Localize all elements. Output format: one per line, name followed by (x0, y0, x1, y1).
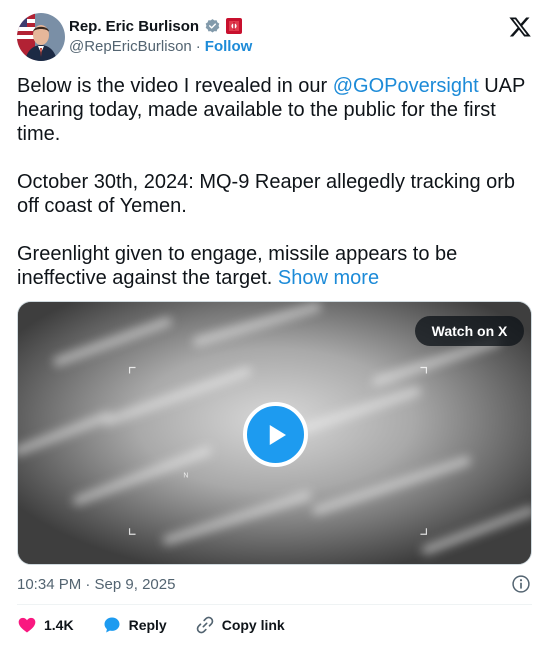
tweet-paragraph-1: Below is the video I revealed in our @GO… (17, 75, 525, 145)
separator-dot: · (195, 38, 201, 55)
info-icon[interactable] (511, 574, 531, 594)
avatar[interactable] (17, 13, 65, 61)
flag-icon (226, 18, 243, 34)
copy-link-button[interactable]: Copy link (195, 615, 285, 635)
link-icon (196, 616, 213, 634)
verified-icon (204, 18, 221, 35)
author-handle-row: @RepEricBurlison · Follow (69, 38, 252, 55)
play-button[interactable] (243, 402, 308, 467)
likes-count: 1.4K (44, 617, 74, 633)
divider (17, 604, 532, 605)
reply-icon (104, 617, 120, 633)
follow-button[interactable]: Follow (205, 38, 253, 55)
heart-icon (18, 617, 36, 633)
video-player[interactable]: N Watch on X (17, 301, 532, 565)
play-icon (269, 424, 286, 445)
watch-on-x-button[interactable]: Watch on X (415, 316, 524, 346)
tweet-text: Below is the video I revealed in our @GO… (17, 74, 532, 290)
action-bar: 1.4K Reply Copy link (17, 612, 313, 638)
author-name-row: Rep. Eric Burlison (69, 15, 243, 37)
tweet-timestamp[interactable]: 10:34 PM · Sep 9, 2025 (17, 576, 175, 593)
like-button[interactable]: 1.4K (17, 615, 74, 635)
show-more-link[interactable]: Show more (278, 267, 379, 289)
reply-label: Reply (128, 617, 167, 633)
mention-link[interactable]: @GOPoversight (333, 75, 479, 97)
author-display-name[interactable]: Rep. Eric Burlison (69, 18, 199, 35)
copy-link-label: Copy link (221, 617, 285, 633)
x-logo-icon[interactable] (508, 15, 532, 39)
tweet-card: Rep. Eric Burlison @RepEricBurlison · Fo… (0, 0, 549, 645)
author-handle[interactable]: @RepEricBurlison (69, 38, 192, 55)
reply-button[interactable]: Reply (102, 615, 167, 635)
tweet-paragraph-3: Greenlight given to engage, missile appe… (17, 243, 458, 289)
svg-text:N: N (183, 473, 188, 480)
tweet-paragraph-2: October 30th, 2024: MQ-9 Reaper allegedl… (17, 171, 516, 217)
